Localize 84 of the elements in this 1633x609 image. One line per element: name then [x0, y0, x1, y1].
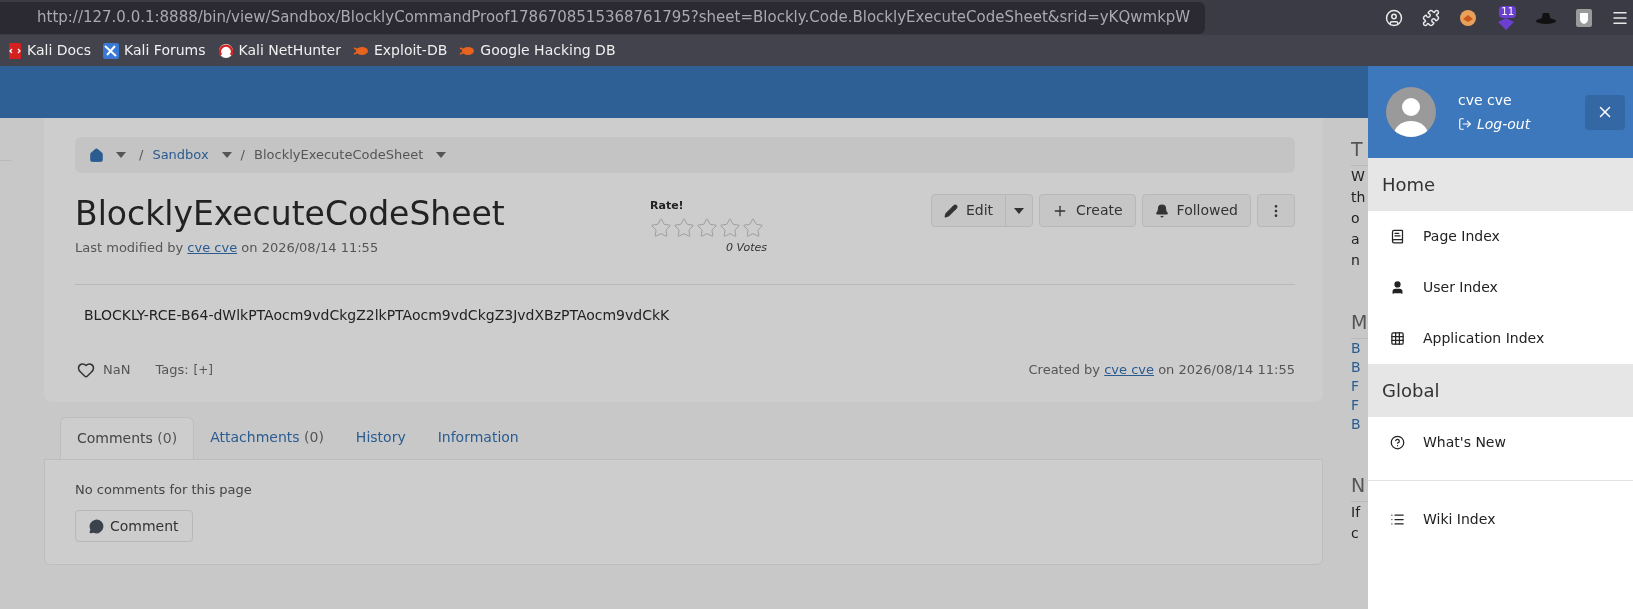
caret-icon: [221, 152, 232, 158]
shield-icon[interactable]: [1576, 8, 1592, 27]
sidebar-link[interactable]: F: [1351, 377, 1368, 396]
menu-item[interactable]: Page Index: [1368, 211, 1633, 262]
comment-button[interactable]: Comment: [75, 510, 193, 542]
followed-button[interactable]: Followed: [1141, 194, 1251, 227]
like-icon[interactable]: [77, 360, 95, 379]
sidebar-text: a: [1351, 230, 1361, 249]
user-name: cve cve: [1458, 90, 1513, 110]
bell-icon: [1154, 203, 1169, 218]
avatar: [1386, 87, 1436, 137]
menu-item[interactable]: User Index: [1368, 262, 1633, 313]
sidebar-text: If: [1351, 503, 1362, 522]
ring-icon: [217, 42, 234, 59]
tab[interactable]: Comments (0): [60, 416, 195, 459]
tab[interactable]: Information: [421, 416, 535, 459]
list-icon: [1390, 512, 1405, 527]
bookmark-link[interactable]: Kali Docs: [8, 40, 92, 61]
menu-section-header: Global: [1368, 364, 1633, 417]
add-tag-link[interactable]: [+]: [193, 360, 213, 379]
star-icon[interactable]: [742, 216, 764, 239]
page-content: BLOCKLY-RCE-B64-dWlkPTAocm9vdCkgZ2lkPTAocm9vdCkgZ3JvdXBzPTAocm9vdCkK: [84, 306, 671, 325]
sidebar-heading: N: [1351, 473, 1367, 498]
caret-icon: [436, 152, 447, 158]
menu-item[interactable]: Wiki Index: [1368, 494, 1633, 545]
sidebar-heading: M: [1351, 310, 1368, 335]
extensions-icon[interactable]: [1422, 8, 1440, 27]
close-button[interactable]: [1585, 94, 1625, 130]
tab[interactable]: Attachments (0): [194, 416, 340, 459]
sidebar-text: W: [1351, 167, 1366, 186]
logout-icon: [1458, 117, 1472, 131]
like-count: NaN: [103, 361, 131, 379]
speech-bubble-icon: [89, 518, 104, 534]
bookmark-link[interactable]: Exploit-DB: [353, 40, 448, 61]
sidebar-link[interactable]: B: [1351, 339, 1368, 358]
menu-item[interactable]: What's New: [1368, 417, 1633, 468]
bookmark-link[interactable]: Kali NetHunter: [217, 40, 341, 61]
book-icon: [1390, 229, 1405, 244]
logout-link[interactable]: Log-out: [1458, 113, 1585, 135]
home-icon[interactable]: [89, 147, 104, 163]
page-title: BlocklyExecuteCodeSheet: [75, 193, 506, 235]
sidebar-link[interactable]: B: [1351, 415, 1368, 434]
account-icon[interactable]: [1385, 8, 1403, 27]
tags-label: Tags:: [155, 361, 189, 379]
hat-icon[interactable]: [1535, 10, 1557, 25]
star-icon[interactable]: [673, 216, 695, 239]
help-icon: [1390, 435, 1405, 450]
star-icon[interactable]: [650, 216, 672, 239]
created-info: Created by cve cve on 2026/08/14 11:55: [1028, 361, 1295, 379]
menu-section-header: Home: [1368, 158, 1633, 211]
breadcrumb-link[interactable]: BlocklyExecuteCodeSheet: [254, 145, 424, 165]
breadcrumb-link[interactable]: Sandbox: [152, 145, 209, 165]
sidebar-link[interactable]: B: [1351, 358, 1368, 377]
breadcrumb-separator: /: [139, 146, 144, 165]
sidebar-text: c: [1351, 524, 1360, 543]
rate-label: Rate!: [650, 198, 685, 214]
author-link[interactable]: cve cve: [187, 240, 238, 255]
star-icon[interactable]: [719, 216, 741, 239]
diamond-icon[interactable]: [1496, 17, 1516, 30]
address-bar[interactable]: http://127.0.0.1:8888/bin/view/Sandbox/BlocklyCommandProof1786708515368761795?sheet=Blockly.Code.BlocklyExecuteCodeSheet&srid=yKQwmkpW: [0, 1, 1205, 34]
grid-icon: [1390, 331, 1405, 346]
sidebar-text: o: [1351, 209, 1361, 228]
document-icon: [8, 42, 22, 59]
sidebar-link[interactable]: F: [1351, 396, 1368, 415]
sidebar-text: n: [1351, 251, 1361, 270]
caret-icon: [1014, 207, 1025, 214]
pencil-icon: [943, 203, 958, 218]
sidebar-heading: T: [1351, 137, 1364, 162]
user-icon: [1390, 280, 1405, 295]
modified-info: Last modified by cve cve on 2026/08/14 11:55: [75, 239, 380, 257]
menu-item[interactable]: Application Index: [1368, 313, 1633, 364]
bookmark-link[interactable]: Google Hacking DB: [459, 40, 616, 61]
star-icon[interactable]: [696, 216, 718, 239]
create-button[interactable]: Create: [1039, 194, 1136, 227]
notification-badge: 11: [1499, 5, 1516, 18]
sidebar-text: th: [1351, 188, 1367, 207]
url-text: http://127.0.0.1:8888/bin/view/Sandbox/BlocklyCommandProof1786708515368761795?sheet=Blockly.Code.BlocklyExecuteCodeSheet&srid=yKQwmkpW: [37, 7, 1191, 29]
empty-comments-text: No comments for this page: [75, 480, 253, 499]
bookmark-link[interactable]: Kali Forums: [103, 40, 206, 61]
author-link[interactable]: cve cve: [1104, 362, 1154, 377]
caret-icon: [116, 152, 126, 158]
tab[interactable]: History: [339, 416, 422, 459]
breadcrumb-separator: /: [240, 146, 245, 165]
vote-count: 0 Votes: [725, 239, 768, 256]
